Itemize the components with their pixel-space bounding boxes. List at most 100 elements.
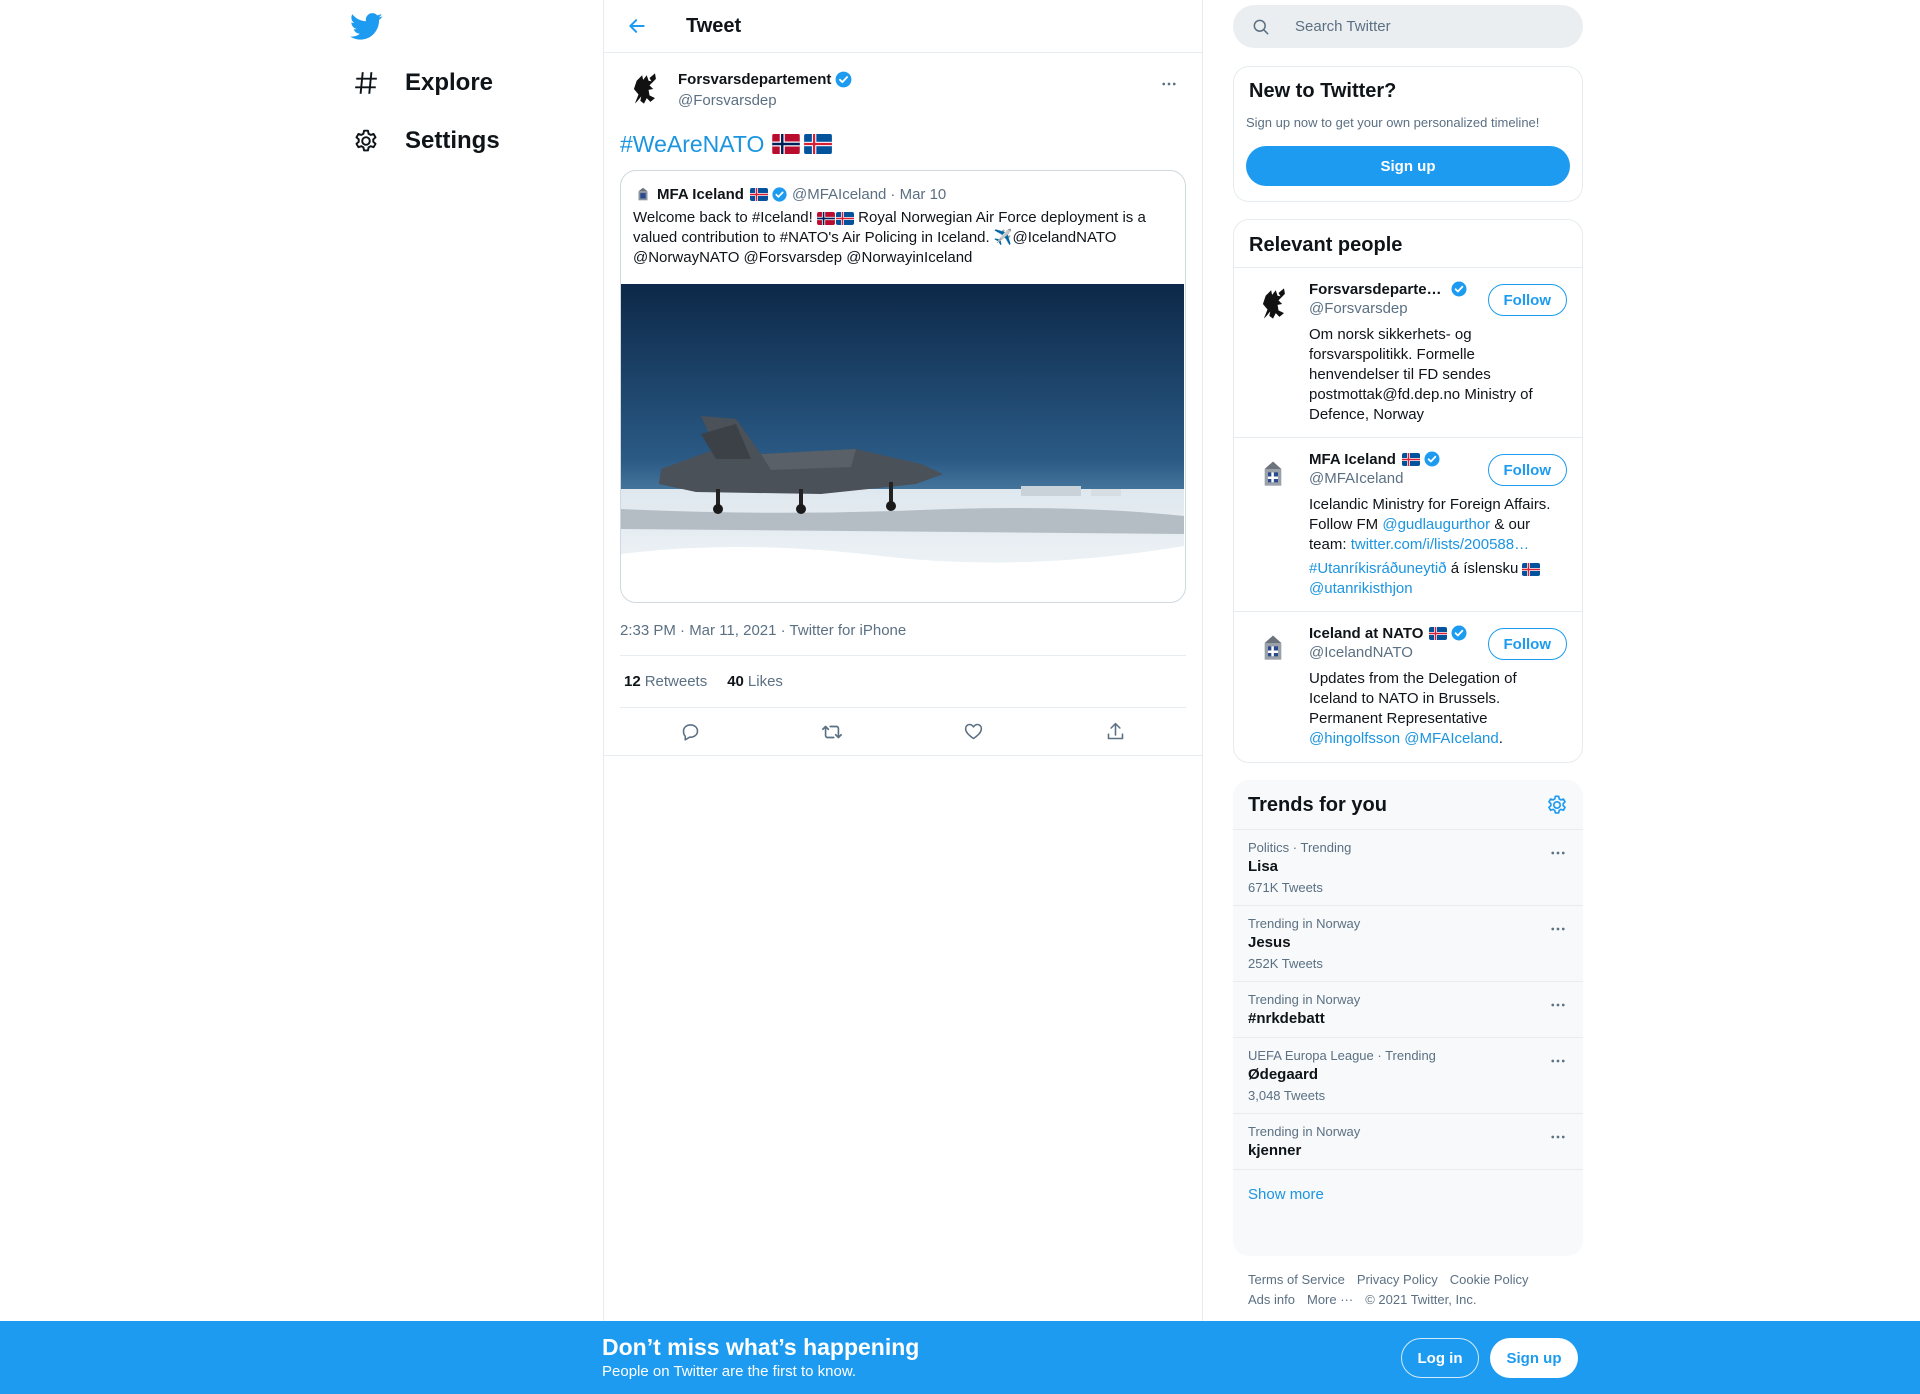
new-to-twitter-subtitle: Sign up now to get your own personalized… [1246, 115, 1540, 130]
nav-explore-label: Explore [405, 69, 494, 96]
nav-explore[interactable]: Explore [341, 54, 503, 112]
person-bio: Om norsk sikkerhets- og forsvarspolitikk… [1309, 326, 1533, 423]
more-options-icon[interactable] [1545, 1048, 1571, 1074]
follow-button[interactable]: Follow [1487, 454, 1567, 486]
trend-name: Jesus [1248, 934, 1291, 951]
verified-badge-icon [1451, 281, 1467, 297]
more-options-icon[interactable] [1545, 840, 1571, 866]
author-avatar[interactable] [620, 65, 668, 113]
footer-privacy-link[interactable]: Privacy Policy [1357, 1272, 1438, 1287]
bio-link[interactable]: #Utanríkisráðuneytið [1309, 560, 1447, 577]
verified-badge-icon [772, 186, 787, 202]
iceland-flag-icon [1401, 452, 1420, 466]
trend-item[interactable]: UEFA Europa League · Trending Ødegaard 3… [1233, 1038, 1583, 1114]
follow-button[interactable]: Follow [1487, 284, 1567, 316]
page-title: Tweet [686, 14, 742, 37]
tweet-text: #WeAreNATO [620, 129, 1186, 159]
login-button[interactable]: Log in [1401, 1338, 1479, 1378]
likes-count: 40 [727, 673, 744, 690]
banner-signup-button[interactable]: Sign up [1490, 1338, 1578, 1378]
signup-button[interactable]: Sign up [1246, 146, 1570, 186]
trend-name: Lisa [1248, 858, 1279, 875]
person-bio: Icelandic Ministry for Foreign Affairs. … [1309, 495, 1559, 599]
more-options-icon[interactable] [1545, 916, 1571, 942]
person-name: Forsvarsdeparte… [1309, 280, 1442, 298]
trend-item[interactable]: Politics · Trending Lisa 671K Tweets [1233, 830, 1583, 906]
nav-settings[interactable]: Settings [341, 112, 510, 170]
footer-cookie-link[interactable]: Cookie Policy [1450, 1272, 1529, 1287]
bio-text: . [1498, 730, 1503, 747]
twitter-bird-icon[interactable] [350, 10, 383, 43]
trend-item[interactable]: Trending in Norway Jesus 252K Tweets [1233, 906, 1583, 982]
tweet-author: Forsvarsdepartement @Forsvarsdep [620, 65, 1186, 113]
person-iceland-nato[interactable]: Iceland at NATO @IcelandNATO Updates fro… [1234, 612, 1582, 761]
quote-media-image[interactable] [621, 284, 1185, 602]
trend-count: 671K Tweets [1248, 880, 1323, 895]
share-icon[interactable] [1097, 714, 1133, 750]
more-options-icon[interactable] [1545, 992, 1571, 1018]
bio-text: Updates from the Delegation of Iceland t… [1309, 670, 1517, 727]
trend-context: Politics · Trending [1248, 840, 1352, 855]
like-icon[interactable] [956, 714, 992, 750]
main-column: Tweet Forsvarsdepartement @Forsvarsdep #… [603, 0, 1203, 1394]
more-options-icon[interactable] [1545, 1124, 1571, 1150]
likes-label: Likes [747, 673, 783, 690]
banner-subtitle: People on Twitter are the first to know. [602, 1363, 857, 1380]
bio-text: á íslensku [1446, 560, 1523, 577]
footer-ads-link[interactable]: Ads info [1248, 1292, 1295, 1307]
bio-link[interactable]: twitter.com/i/lists/200588… [1351, 536, 1529, 553]
footer-terms-link[interactable]: Terms of Service [1248, 1272, 1345, 1287]
trend-item[interactable]: Trending in Norway #nrkdebatt [1233, 982, 1583, 1038]
reply-icon[interactable] [673, 714, 709, 750]
person-forsvarsdep[interactable]: Forsvarsdeparte… @Forsvarsdep Om norsk s… [1234, 268, 1582, 438]
bio-link[interactable]: @MFAIceland [1404, 730, 1498, 747]
trends-title: Trends for you [1248, 794, 1387, 816]
norway-flag-icon [817, 211, 835, 225]
signup-banner: Don’t miss what’s happening People on Tw… [0, 1321, 1920, 1394]
trend-name: #nrkdebatt [1248, 1010, 1325, 1027]
author-name[interactable]: Forsvarsdepartement [678, 71, 831, 88]
retweets-stat[interactable]: 12 Retweets [624, 673, 707, 690]
bio-link[interactable]: @hingolfsson [1309, 730, 1400, 747]
gear-icon[interactable] [1546, 794, 1568, 816]
tweet-stats: 12 Retweets 40 Likes [620, 656, 1186, 708]
person-mfa-iceland[interactable]: MFA Iceland @MFAIceland Icelandic Minist… [1234, 438, 1582, 612]
show-more-link[interactable]: Show more [1233, 1170, 1583, 1219]
more-options-icon[interactable] [1152, 67, 1186, 101]
quote-text: Welcome back to #Iceland! Royal Norwegia… [621, 204, 1185, 284]
search-icon [1253, 19, 1269, 34]
iceland-flag-icon [749, 187, 768, 201]
search-placeholder: Search Twitter [1295, 18, 1391, 35]
trend-context: Trending in Norway [1248, 916, 1361, 931]
relevant-people-title: Relevant people [1234, 220, 1582, 268]
author-handle[interactable]: @Forsvarsdep [678, 92, 853, 109]
verified-badge-icon [835, 71, 852, 88]
follow-button[interactable]: Follow [1487, 628, 1567, 660]
norway-flag-icon [772, 134, 801, 154]
likes-stat[interactable]: 40 Likes [727, 673, 783, 690]
tweet-detail: Forsvarsdepartement @Forsvarsdep #WeAreN… [604, 53, 1202, 756]
search-input[interactable]: Search Twitter [1233, 5, 1583, 48]
footer-links: Terms of Service Privacy Policy Cookie Pol… [1248, 1270, 1568, 1310]
tweet-header: Tweet [604, 0, 1202, 53]
retweet-icon[interactable] [814, 714, 850, 750]
retweets-count: 12 [624, 673, 641, 690]
bio-link[interactable]: @utanrikisthjon [1309, 580, 1413, 597]
iceland-flag-icon [804, 134, 833, 154]
avatar [1249, 280, 1297, 328]
person-name: Iceland at NATO [1309, 624, 1424, 642]
tweet-hashtag[interactable]: #WeAreNATO [620, 129, 764, 159]
trend-context: UEFA Europa League · Trending [1248, 1048, 1436, 1063]
trend-count: 3,048 Tweets [1248, 1088, 1326, 1103]
footer-more-link[interactable]: More ··· [1307, 1292, 1353, 1307]
verified-badge-icon [1451, 625, 1467, 641]
back-arrow-icon[interactable] [618, 7, 656, 45]
new-to-twitter-card: New to Twitter? Sign up now to get your … [1233, 66, 1583, 202]
footer-copyright: © 2021 Twitter, Inc. [1365, 1292, 1477, 1307]
trend-item[interactable]: Trending in Norway kjenner [1233, 1114, 1583, 1170]
trend-name: Ødegaard [1248, 1066, 1319, 1083]
iceland-flag-icon [836, 211, 854, 225]
quoted-tweet[interactable]: MFA Iceland @MFAIceland · Mar 10 Welcome… [620, 170, 1186, 603]
bio-link[interactable]: @gudlaugurthor [1382, 516, 1490, 533]
tweet-timestamp: 2:33 PM · Mar 11, 2021 · Twitter for iPh… [620, 622, 1186, 656]
